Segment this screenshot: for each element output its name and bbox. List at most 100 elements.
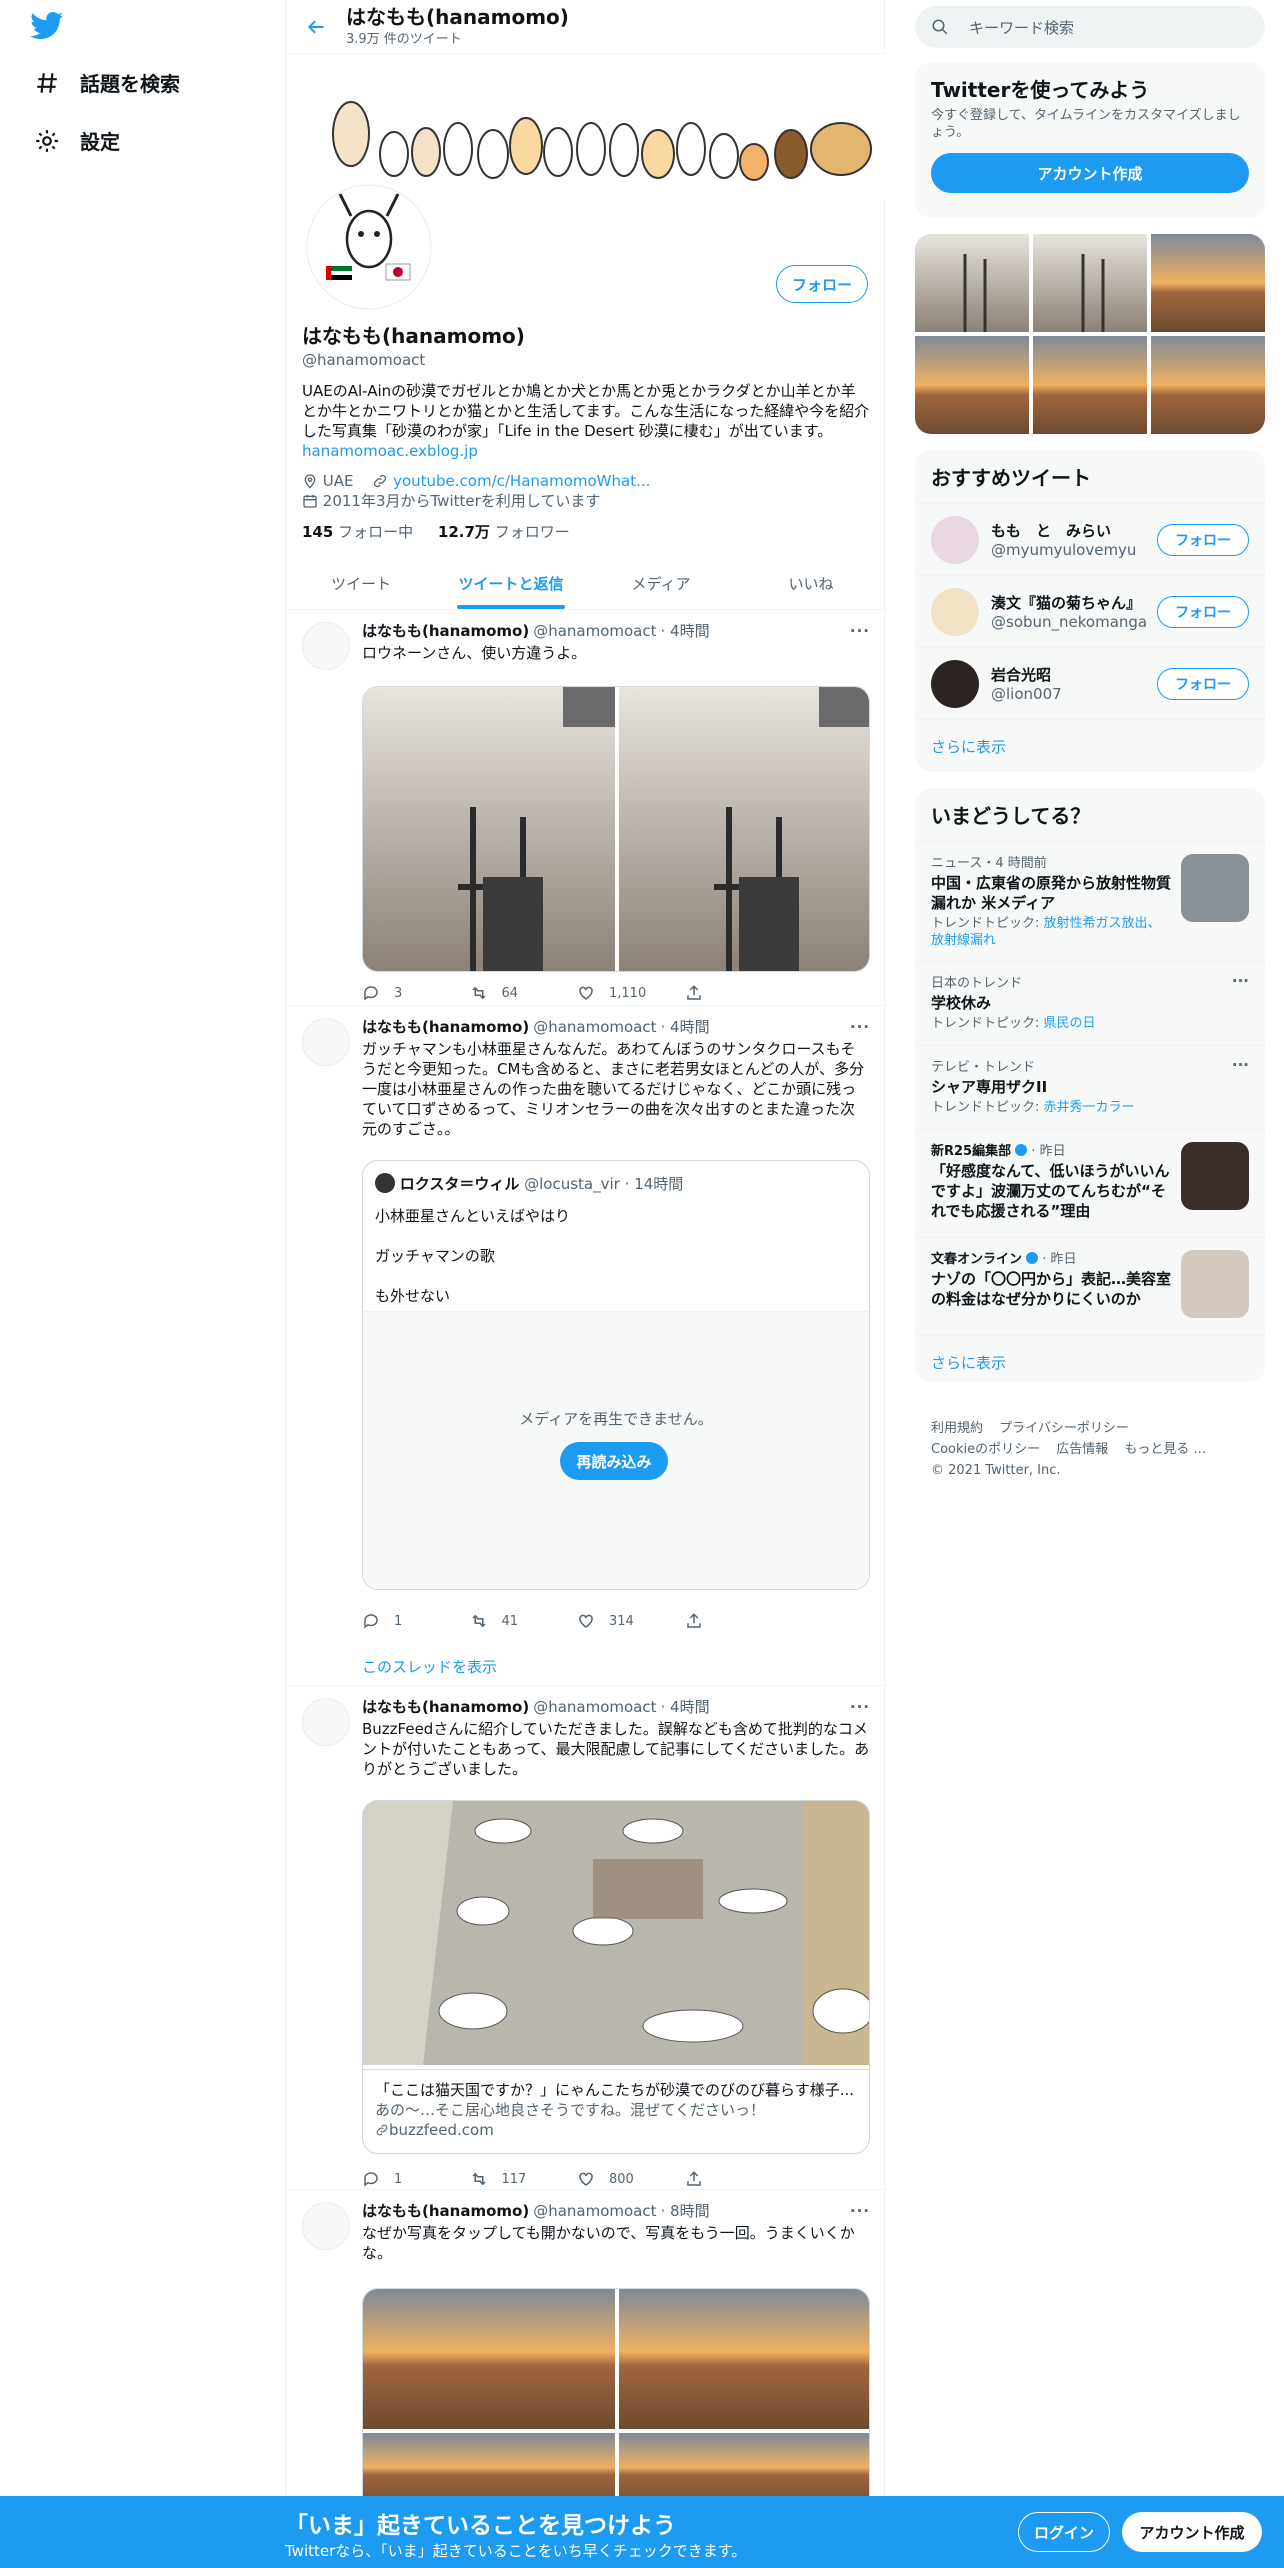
tweet-avatar[interactable] [302,2202,350,2250]
suggested-user[interactable]: もも と みらい @myumyulovemyu フォロー [915,503,1265,575]
profile-bio-link[interactable]: hanamomoac.exblog.jp [302,442,478,460]
share-button[interactable] [685,2170,793,2188]
trend-item[interactable]: ニュース・4 時間前 中国・広東省の原発から放射性物質漏れか 米メディア トレン… [915,841,1265,961]
retweet-button[interactable]: 41 [470,1612,578,1630]
avatar[interactable] [931,659,979,708]
footer-link[interactable]: もっと見る ... [1124,1442,1206,1457]
tab-media[interactable]: メディア [586,558,736,609]
nav-settings[interactable]: 設定 [34,126,120,155]
tweet-avatar[interactable] [302,622,350,670]
suggested-user[interactable]: 岩合光昭 @lion007 フォロー [915,647,1265,719]
tab-likes[interactable]: いいね [736,558,886,609]
follow-button[interactable]: フォロー [776,265,868,303]
profile-website[interactable]: youtube.com/c/HanamomoWhat... [372,472,650,490]
tweet-time[interactable]: · 4時間 [660,620,709,641]
more-options-icon[interactable]: ··· [1232,1056,1249,1074]
tweet-author-handle[interactable]: @hanamomoact [533,1698,656,1716]
tweet-header: はなもも(hanamomo) @hanamomoact · 4時間 ··· [362,1696,870,1717]
trend-item[interactable]: テレビ・トレンド シャア専用ザクII トレンドトピック: 赤井秀一カラー ··· [915,1045,1265,1129]
following-stat[interactable]: 145 フォロー中 [302,523,413,541]
like-button[interactable]: 800 [577,2170,685,2188]
link-card-title: 「ここは猫天国ですか？」にゃんこたちが砂漠でのびのび暮らす様子... [375,2081,855,2099]
signup-button[interactable]: アカウント作成 [1122,2512,1262,2552]
trend-item[interactable]: 日本のトレンド 学校休み トレンドトピック: 県民の日 ··· [915,961,1265,1045]
media-preview-grid[interactable] [915,234,1265,434]
tweet-time[interactable]: · 4時間 [660,1696,709,1717]
login-button[interactable]: ログイン [1018,2512,1110,2552]
trend-item[interactable]: 新R25編集部 · 昨日 「好感度なんて、低いほうがいいんですよ」波瀾万丈のてん… [915,1129,1265,1237]
show-thread-link[interactable]: このスレッドを表示 [362,1656,497,1677]
back-button[interactable] [286,17,346,37]
reload-button[interactable]: 再読み込み [560,1442,668,1480]
twitter-logo-icon[interactable] [30,12,64,40]
reply-button[interactable]: 1 [362,2170,470,2188]
tweet[interactable]: はなもも(hanamomo) @hanamomoact · 4時間 ··· ガッ… [286,1006,886,1686]
avatar[interactable] [931,587,979,636]
retweet-button[interactable]: 64 [470,984,578,1002]
tweet-author-handle[interactable]: @hanamomoact [533,1018,656,1036]
signup-card-desc: 今すぐ登録して、タイムラインをカスタマイズしましょう。 [931,108,1241,140]
reply-button[interactable]: 1 [362,1612,470,1630]
trend-subtitle-link[interactable]: 赤井秀一カラー [1044,1100,1135,1115]
tweet[interactable]: はなもも(hanamomo) @hanamomoact · 4時間 ··· Bu… [286,1686,886,2190]
quote-tweet[interactable]: ロクスタ＝ウィル @locusta_vir · 14時間 小林亜星さんといえばや… [362,1160,870,1590]
tweet-media-grid[interactable] [362,686,870,972]
trend-subtitle-link[interactable]: 県民の日 [1044,1016,1096,1031]
profile-banner[interactable] [286,54,886,199]
avatar[interactable] [931,515,979,564]
quote-time: · 14時間 [624,1175,684,1193]
tweet-body: はなもも(hanamomo) @hanamomoact · 4時間 ··· Bu… [362,1696,870,2187]
tab-tweets[interactable]: ツイート [286,558,436,609]
more-options-icon[interactable]: ··· [850,2202,870,2220]
tweet-author-handle[interactable]: @hanamomoact [533,2202,656,2220]
tweet-author-name[interactable]: はなもも(hanamomo) [362,1696,529,1717]
trend-title: 中国・広東省の原発から放射性物質漏れか 米メディア [931,874,1172,912]
follow-user-button[interactable]: フォロー [1157,595,1249,628]
quote-line-2: ガッチャマンの歌 [375,1247,495,1265]
tweet-media-grid[interactable] [362,2288,870,2508]
trend-item[interactable]: 文春オンライン · 昨日 ナゾの「〇〇円から」表記…美容室の料金はなぜ分かりにく… [915,1237,1265,1335]
like-button[interactable]: 314 [577,1612,685,1630]
tweet-time[interactable]: · 4時間 [660,1016,709,1037]
footer-link[interactable]: 利用規約 [931,1421,983,1436]
tweet-author-name[interactable]: はなもも(hanamomo) [362,620,529,641]
search-input[interactable]: キーワード検索 [969,17,1074,38]
user-handle: @lion007 [991,685,1062,703]
suggested-user[interactable]: 湊文『猫の菊ちゃん』 @sobun_nekomanga フォロー [915,575,1265,647]
more-options-icon[interactable]: ··· [850,622,870,640]
trend-thumbnail [1181,854,1249,922]
profile-avatar[interactable] [302,180,436,314]
footer-link[interactable]: Cookieのポリシー [931,1442,1040,1457]
share-button[interactable] [685,984,793,1002]
follow-user-button[interactable]: フォロー [1157,667,1249,700]
nav-explore[interactable]: 話題を検索 [34,68,180,97]
footer-link[interactable]: 広告情報 [1056,1442,1108,1457]
arrow-left-icon [307,19,324,34]
show-more-link[interactable]: さらに表示 [915,719,1265,772]
like-button[interactable]: 1,110 [577,984,685,1002]
tweet-time[interactable]: · 8時間 [660,2200,709,2221]
tweet[interactable]: はなもも(hanamomo) @hanamomoact · 8時間 ··· なぜ… [286,2190,886,2508]
trends-show-more-link[interactable]: さらに表示 [915,1335,1265,1382]
more-options-icon[interactable]: ··· [850,1018,870,1036]
retweet-button[interactable]: 117 [470,2170,578,2188]
tweet-author-name[interactable]: はなもも(hanamomo) [362,2200,529,2221]
search-box[interactable]: キーワード検索 [915,6,1265,48]
signup-card-button[interactable]: アカウント作成 [931,153,1249,193]
tweet-avatar[interactable] [302,1018,350,1066]
quote-line-3: も外せない [375,1287,451,1305]
footer-link[interactable]: プライバシーポリシー [999,1421,1129,1436]
reply-button[interactable]: 3 [362,984,470,1002]
more-options-icon[interactable]: ··· [1232,972,1249,990]
share-button[interactable] [685,1612,793,1630]
tweet-avatar[interactable] [302,1698,350,1746]
link-card[interactable]: 「ここは猫天国ですか？」にゃんこたちが砂漠でのびのび暮らす様子... あの～…そ… [362,1800,870,2154]
followers-stat[interactable]: 12.7万 フォロワー [438,523,570,541]
website-link[interactable]: youtube.com/c/HanamomoWhat... [393,472,650,490]
tweet-author-handle[interactable]: @hanamomoact [533,622,656,640]
tweet[interactable]: はなもも(hanamomo) @hanamomoact · 4時間 ··· ロウ… [286,610,886,1006]
tweet-author-name[interactable]: はなもも(hanamomo) [362,1016,529,1037]
more-options-icon[interactable]: ··· [850,1698,870,1716]
follow-user-button[interactable]: フォロー [1157,523,1249,556]
tab-tweets-and-replies[interactable]: ツイートと返信 [436,558,586,609]
